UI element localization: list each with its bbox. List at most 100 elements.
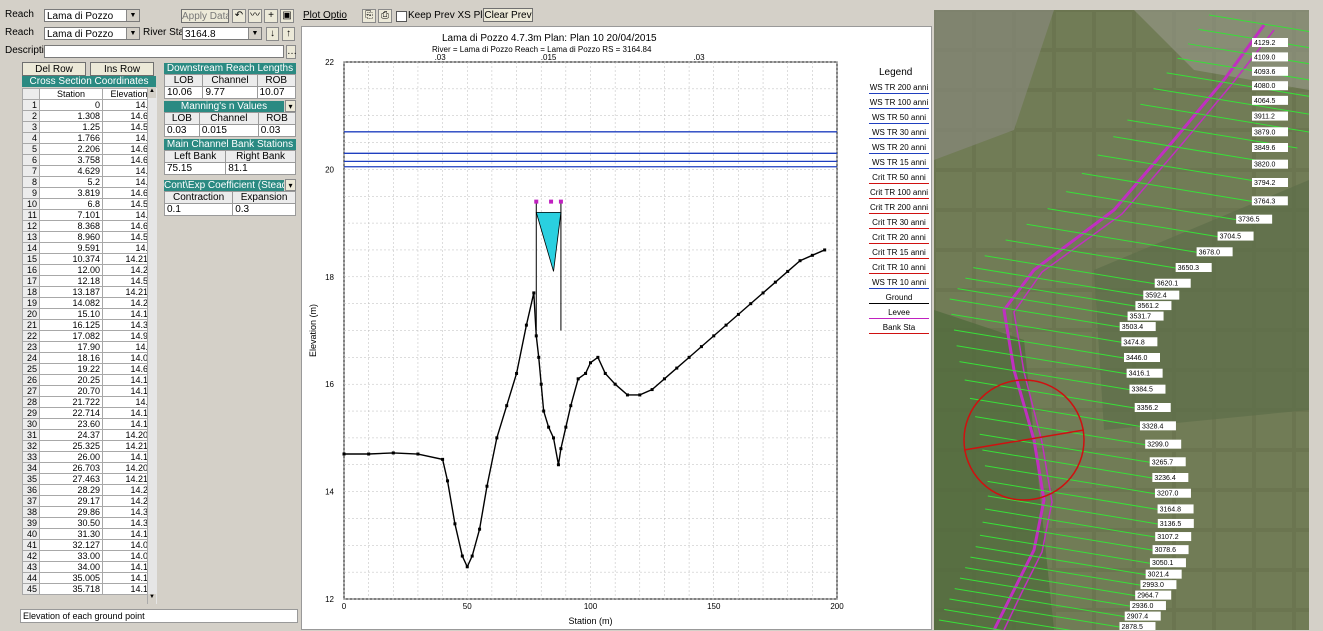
station-cell[interactable]: 24.37 — [39, 429, 103, 441]
table-row[interactable]: 26 20.25 14.13 — [22, 374, 156, 386]
contraction-options-button[interactable]: ▾ — [285, 179, 296, 191]
station-cell[interactable]: 35.005 — [39, 572, 103, 584]
camera-icon[interactable]: ▣ — [280, 9, 294, 23]
description-more-button[interactable]: … — [286, 45, 297, 59]
rob-n-cell[interactable]: 0.03 — [257, 124, 297, 137]
xs-table-scrollbar[interactable]: ▲ ▼ — [147, 88, 157, 604]
table-row[interactable]: 13 8.960 14.55 — [22, 231, 156, 243]
undo-edit-icon[interactable]: ↶ — [232, 9, 246, 23]
scroll-up-icon[interactable]: ▲ — [148, 88, 156, 98]
station-cell[interactable]: 19.22 — [39, 363, 103, 375]
station-cell[interactable]: 4.629 — [39, 165, 103, 177]
station-cell[interactable]: 20.70 — [39, 385, 103, 397]
table-row[interactable]: 33 26.00 14.14 — [22, 451, 156, 463]
table-row[interactable]: 31 24.37 14.207 — [22, 429, 156, 441]
station-cell[interactable]: 7.101 — [39, 209, 103, 221]
table-row[interactable]: 4 1.766 14.7 — [22, 132, 156, 144]
left-bank-cell[interactable]: 75.15 — [163, 162, 227, 175]
station-cell[interactable]: 35.718 — [39, 583, 103, 595]
table-row[interactable]: 16 12.00 14.23 — [22, 264, 156, 276]
right-bank-cell[interactable]: 81.1 — [225, 162, 296, 175]
table-row[interactable]: 23 17.90 14.7 — [22, 341, 156, 353]
river-station-select[interactable]: 3164.8 ▼ — [182, 27, 262, 40]
station-cell[interactable]: 6.8 — [39, 198, 103, 210]
station-cell[interactable]: 25.325 — [39, 440, 103, 452]
cross-section-plot[interactable]: Lama di Pozzo 4.7.3m Plan: Plan 10 20/04… — [301, 26, 932, 630]
station-cell[interactable]: 32.127 — [39, 539, 103, 551]
table-row[interactable]: 41 32.127 14.01 — [22, 539, 156, 551]
table-row[interactable]: 44 35.005 14.17 — [22, 572, 156, 584]
ins-row-button[interactable]: Ins Row — [90, 62, 154, 76]
station-cell[interactable]: 21.722 — [39, 396, 103, 408]
station-cell[interactable]: 29.86 — [39, 506, 103, 518]
table-row[interactable]: 9 3.819 14.63 — [22, 187, 156, 199]
table-row[interactable]: 42 33.00 14.04 — [22, 550, 156, 562]
station-cell[interactable]: 14.082 — [39, 297, 103, 309]
station-cell[interactable]: 1.308 — [39, 110, 103, 122]
station-cell[interactable]: 34.00 — [39, 561, 103, 573]
table-row[interactable]: 19 14.082 14.20 — [22, 297, 156, 309]
station-cell[interactable]: 13.187 — [39, 286, 103, 298]
lob-n-cell[interactable]: 0.03 — [164, 124, 200, 137]
station-cell[interactable]: 30.50 — [39, 517, 103, 529]
table-row[interactable]: 28 21.722 14.7 — [22, 396, 156, 408]
station-cell[interactable]: 12.18 — [39, 275, 103, 287]
station-cell[interactable]: 31.30 — [39, 528, 103, 540]
station-cell[interactable]: 2.206 — [39, 143, 103, 155]
expansion-cell[interactable]: 0.3 — [232, 203, 296, 216]
mannings-table[interactable]: LOB Channel ROB 0.03 0.015 0.03 — [164, 112, 297, 137]
table-row[interactable]: 5 2.206 14.67 — [22, 143, 156, 155]
table-row[interactable]: 35 27.463 14.214 — [22, 473, 156, 485]
print-icon[interactable]: ⎙ — [378, 9, 392, 23]
reach2-select[interactable]: Lama di Pozzo ▼ — [44, 27, 140, 40]
rob-length-cell[interactable]: 10.07 — [256, 86, 297, 99]
station-cell[interactable]: 3.758 — [39, 154, 103, 166]
table-row[interactable]: 18 13.187 14.214 — [22, 286, 156, 298]
station-cell[interactable]: 3.819 — [39, 187, 103, 199]
table-row[interactable]: 37 29.17 14.20 — [22, 495, 156, 507]
table-row[interactable]: 36 28.29 14.22 — [22, 484, 156, 496]
station-cell[interactable]: 33.00 — [39, 550, 103, 562]
station-cell[interactable]: 18.16 — [39, 352, 103, 364]
table-row[interactable]: 2 1.308 14.67 — [22, 110, 156, 122]
station-cell[interactable]: 20.25 — [39, 374, 103, 386]
apply-data-button[interactable]: Apply Data — [181, 9, 229, 23]
table-row[interactable]: 7 4.629 14.6 — [22, 165, 156, 177]
table-row[interactable]: 30 23.60 14.15 — [22, 418, 156, 430]
table-row[interactable]: 3 1.25 14.55 — [22, 121, 156, 133]
table-row[interactable]: 38 29.86 14.35 — [22, 506, 156, 518]
lob-length-cell[interactable]: 10.06 — [163, 86, 204, 99]
description-input[interactable] — [44, 45, 284, 58]
plot-lines-icon[interactable]: 〰 — [248, 9, 262, 23]
station-cell[interactable]: 5.2 — [39, 176, 103, 188]
table-row[interactable]: 32 25.325 14.215 — [22, 440, 156, 452]
station-cell[interactable]: 26.703 — [39, 462, 103, 474]
reach-select[interactable]: Lama di Pozzo ▼ — [44, 9, 140, 22]
station-cell[interactable]: 0 — [39, 99, 103, 111]
table-row[interactable]: 15 10.374 14.216 — [22, 253, 156, 265]
station-cell[interactable]: 29.17 — [39, 495, 103, 507]
table-row[interactable]: 20 15.10 14.18 — [22, 308, 156, 320]
del-row-button[interactable]: Del Row — [22, 62, 86, 76]
station-cell[interactable]: 22.714 — [39, 407, 103, 419]
mannings-options-button[interactable]: ▾ — [285, 100, 296, 112]
reach-lengths-table[interactable]: LOB Channel ROB 10.06 9.77 10.07 — [163, 74, 297, 99]
station-cell[interactable]: 17.90 — [39, 341, 103, 353]
station-cell[interactable]: 12.00 — [39, 264, 103, 276]
table-row[interactable]: 43 34.00 14.14 — [22, 561, 156, 573]
station-cell[interactable]: 9.591 — [39, 242, 103, 254]
channel-length-cell[interactable]: 9.77 — [202, 86, 258, 99]
bank-stations-table[interactable]: Left Bank Right Bank 75.15 81.1 — [163, 150, 296, 175]
table-row[interactable]: 34 26.703 14.204 — [22, 462, 156, 474]
table-row[interactable]: 8 5.2 14.6 — [22, 176, 156, 188]
table-row[interactable]: 10 6.8 14.55 — [22, 198, 156, 210]
station-cell[interactable]: 8.368 — [39, 220, 103, 232]
table-row[interactable]: 25 19.22 14.65 — [22, 363, 156, 375]
station-cell[interactable]: 17.082 — [39, 330, 103, 342]
station-cell[interactable]: 16.125 — [39, 319, 103, 331]
station-cell[interactable]: 27.463 — [39, 473, 103, 485]
clear-prev-button[interactable]: Clear Prev — [483, 8, 533, 22]
table-row[interactable]: 6 3.758 14.62 — [22, 154, 156, 166]
table-row[interactable]: 22 17.082 14.91 — [22, 330, 156, 342]
station-cell[interactable]: 8.960 — [39, 231, 103, 243]
